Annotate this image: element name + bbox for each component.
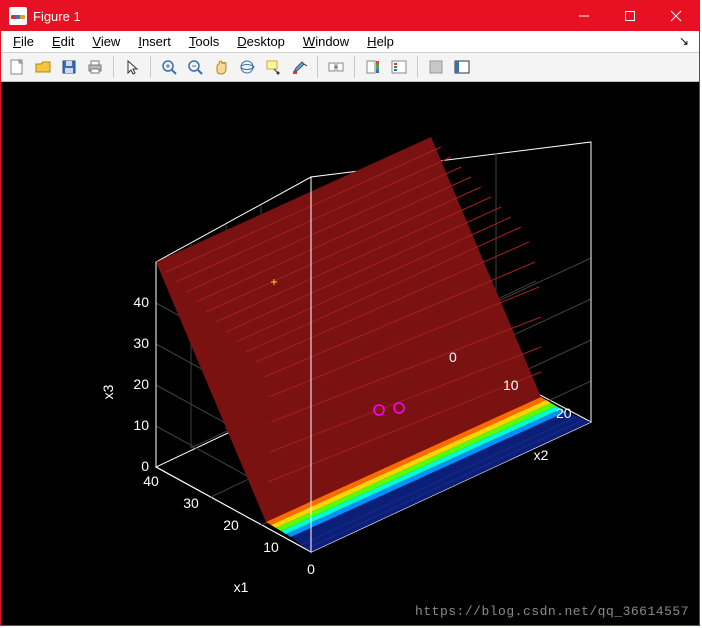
titlebar[interactable]: Figure 1: [1, 1, 699, 31]
save-button[interactable]: [57, 55, 81, 79]
menu-help[interactable]: Help: [361, 32, 400, 51]
x3-axis-label: x3: [100, 384, 116, 399]
x1-axis-label: x1: [234, 579, 249, 595]
new-figure-button[interactable]: [5, 55, 29, 79]
print-button[interactable]: [83, 55, 107, 79]
hide-tools-button[interactable]: [424, 55, 448, 79]
axes-3d[interactable]: 0 10 20 30 40 x3 0 10 20 30 40 x1 0 10 2…: [1, 82, 699, 625]
x3-tick-20: 20: [133, 376, 149, 392]
window-title: Figure 1: [33, 9, 81, 24]
x3-tick-10: 10: [133, 417, 149, 433]
surface-plot: 0 10 20 30 40 x3 0 10 20 30 40 x1 0 10 2…: [1, 82, 699, 620]
x1-tick-20: 20: [223, 517, 239, 533]
colorbar-button[interactable]: [361, 55, 385, 79]
toolbar-separator: [417, 56, 418, 78]
watermark-text: https://blog.csdn.net/qq_36614557: [415, 604, 689, 619]
x1-tick-40: 40: [143, 473, 159, 489]
menu-view[interactable]: View: [86, 32, 126, 51]
toolbar-separator: [150, 56, 151, 78]
maximize-button[interactable]: [607, 1, 653, 31]
pan-button[interactable]: [209, 55, 233, 79]
x1-tick-30: 30: [183, 495, 199, 511]
close-button[interactable]: [653, 1, 699, 31]
toolbar-separator: [317, 56, 318, 78]
menu-desktop[interactable]: Desktop: [231, 32, 291, 51]
x2-tick-20: 20: [556, 405, 572, 421]
x1-tick-10: 10: [263, 539, 279, 555]
brush-button[interactable]: [287, 55, 311, 79]
menu-insert[interactable]: Insert: [132, 32, 177, 51]
toolbar-separator: [354, 56, 355, 78]
x2-tick-10: 10: [503, 377, 519, 393]
legend-button[interactable]: [387, 55, 411, 79]
menu-edit[interactable]: Edit: [46, 32, 80, 51]
toolbar: [1, 53, 699, 82]
toolbar-separator: [113, 56, 114, 78]
x2-tick-0: 0: [449, 349, 457, 365]
figure-window: Figure 1 File Edit View Insert Tools Des…: [0, 0, 700, 626]
zoom-out-button[interactable]: [183, 55, 207, 79]
open-button[interactable]: [31, 55, 55, 79]
menu-file[interactable]: File: [7, 32, 40, 51]
dock-arrow-icon[interactable]: ↘: [679, 34, 693, 48]
x3-tick-30: 30: [133, 335, 149, 351]
menubar: File Edit View Insert Tools Desktop Wind…: [1, 31, 699, 53]
pointer-button[interactable]: [120, 55, 144, 79]
x3-tick-0: 0: [141, 458, 149, 474]
menu-tools[interactable]: Tools: [183, 32, 225, 51]
x1-tick-0: 0: [307, 561, 315, 577]
minimize-button[interactable]: [561, 1, 607, 31]
datacursor-button[interactable]: [261, 55, 285, 79]
rotate3d-button[interactable]: [235, 55, 259, 79]
show-tools-button[interactable]: [450, 55, 474, 79]
zoom-in-button[interactable]: [157, 55, 181, 79]
link-button[interactable]: [324, 55, 348, 79]
menu-window[interactable]: Window: [297, 32, 355, 51]
matlab-icon: [9, 7, 27, 25]
x3-tick-40: 40: [133, 294, 149, 310]
x2-axis-label: x2: [534, 447, 549, 463]
